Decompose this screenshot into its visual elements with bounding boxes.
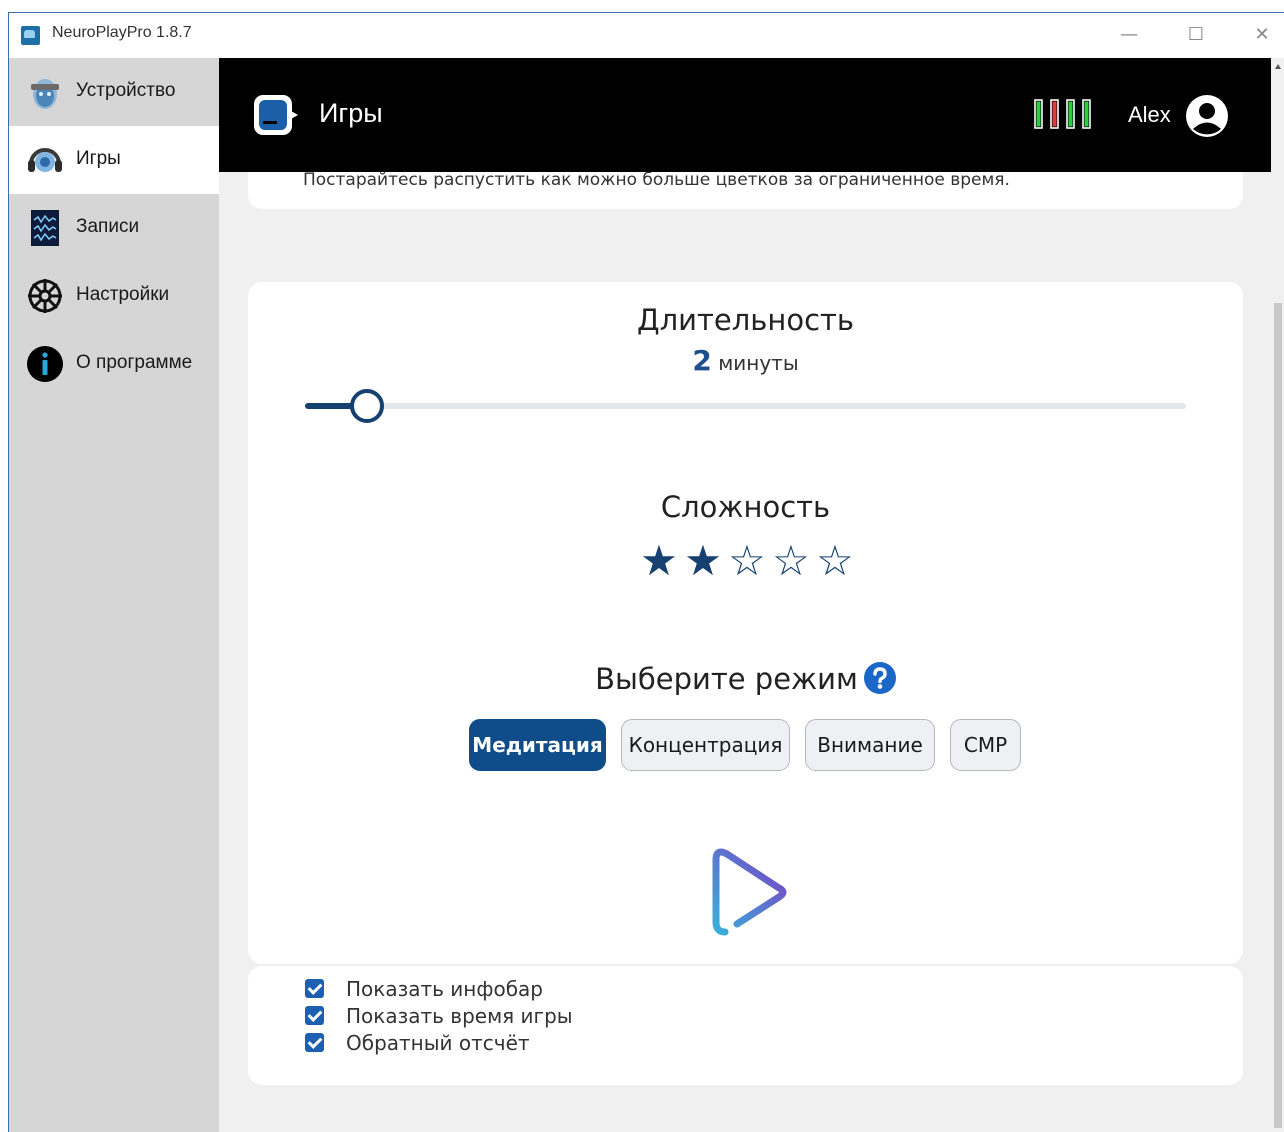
device-headset-icon [31, 79, 59, 109]
checkbox[interactable] [305, 1033, 324, 1052]
scroll-up-icon[interactable] [1275, 64, 1281, 69]
app-logo-icon [21, 26, 40, 45]
sidebar-item-label: О программе [76, 352, 193, 373]
sidebar: Устройство Игры Записи Настройки О прогр… [9, 58, 219, 1132]
minimize-button[interactable]: — [1117, 23, 1141, 47]
play-icon[interactable] [703, 842, 791, 942]
title-bar: NeuroPlayPro 1.8.7 — ☐ ✕ [9, 13, 1284, 58]
vertical-scrollbar[interactable] [1271, 58, 1284, 1132]
option-label: Обратный отсчёт [346, 1031, 530, 1055]
games-headphones-icon [28, 148, 62, 172]
sidebar-item-settings[interactable]: Настройки [9, 262, 219, 330]
sidebar-item-label: Игры [76, 148, 121, 169]
user-name[interactable]: Alex [1128, 102, 1171, 128]
sidebar-item-label: Записи [76, 216, 140, 237]
settings-gear-icon [28, 279, 62, 313]
star-empty-icon[interactable]: ☆ [769, 539, 813, 583]
duration-number: 2 [692, 344, 712, 377]
close-button[interactable]: ✕ [1250, 23, 1274, 47]
signal-fill [1068, 101, 1073, 127]
option-label: Показать время игры [346, 1004, 573, 1028]
mode-title: Выберите режим [595, 662, 858, 696]
duration-slider[interactable] [305, 389, 1186, 423]
mode-meditation-button[interactable]: Медитация [469, 719, 606, 771]
star-empty-icon[interactable]: ☆ [725, 539, 769, 583]
games-logo-icon [254, 95, 298, 135]
star-empty-icon[interactable]: ☆ [813, 539, 857, 583]
mode-smr-button[interactable]: СМР [950, 719, 1021, 771]
sidebar-item-recordings[interactable]: Записи [9, 194, 219, 262]
user-avatar-icon[interactable] [1185, 94, 1229, 138]
mode-title-row: Выберите режим [248, 662, 1243, 697]
scrollbar-thumb[interactable] [1274, 303, 1282, 1128]
maximize-button[interactable]: ☐ [1184, 23, 1208, 47]
checkbox[interactable] [305, 979, 324, 998]
sidebar-item-about[interactable]: О программе [9, 330, 219, 398]
sidebar-item-games[interactable]: Игры [9, 126, 219, 194]
star-filled-icon[interactable]: ★ [637, 539, 681, 583]
signal-fill [1052, 101, 1057, 127]
checkbox[interactable] [305, 1006, 324, 1025]
signal-fill [1036, 101, 1041, 127]
difficulty-stars[interactable]: ★ ★ ☆ ☆ ☆ [637, 539, 857, 583]
sidebar-item-device[interactable]: Устройство [9, 58, 219, 126]
duration-unit: минуты [718, 351, 799, 375]
info-icon [27, 346, 63, 382]
help-icon[interactable] [863, 662, 896, 694]
recordings-eeg-icon [31, 210, 59, 246]
app-window: NeuroPlayPro 1.8.7 — ☐ ✕ Устройство Игры [8, 12, 1284, 1132]
signal-fill [1084, 101, 1089, 127]
page-header: Игры Alex [219, 58, 1271, 172]
sidebar-item-label: Устройство [76, 80, 176, 101]
signal-quality-icon [1034, 99, 1091, 129]
mode-concentration-button[interactable]: Концентрация [621, 719, 790, 771]
game-settings-card: Длительность 2 минуты Сложность ★ ★ ☆ ☆ ☆ Вы… [248, 282, 1243, 964]
difficulty-title: Сложность [660, 490, 831, 524]
page-title: Игры [319, 98, 383, 128]
duration-title: Длительность [636, 303, 855, 337]
star-filled-icon[interactable]: ★ [681, 539, 725, 583]
sidebar-item-label: Настройки [76, 284, 170, 305]
option-label: Показать инфобар [346, 977, 543, 1001]
game-options-card: Показать инфобар Показать время игры Обр… [248, 966, 1243, 1085]
duration-value: 2 минуты [248, 344, 1243, 377]
window-title: NeuroPlayPro 1.8.7 [52, 24, 192, 41]
game-description: Постарайтесь распустить как можно больше… [303, 170, 1010, 190]
mode-attention-button[interactable]: Внимание [805, 719, 935, 771]
slider-thumb[interactable] [349, 389, 384, 423]
